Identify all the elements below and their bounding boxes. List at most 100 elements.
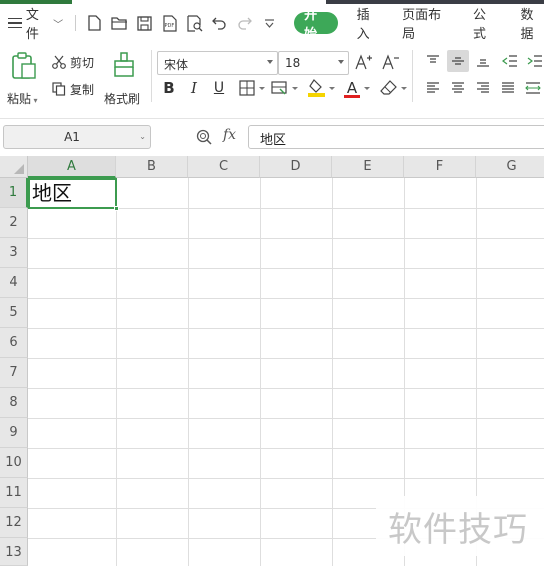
chevron-down-icon[interactable] [292, 87, 298, 90]
fill-handle[interactable] [114, 206, 119, 211]
chevron-down-icon: ﹀ [53, 19, 64, 31]
format-painter-icon [114, 52, 134, 77]
row-header-3[interactable]: 3 [0, 238, 28, 268]
ribbon-divider [412, 50, 413, 102]
print-preview-icon[interactable] [186, 14, 203, 32]
column-header-f[interactable]: F [404, 156, 476, 178]
align-center-button[interactable] [447, 77, 469, 99]
scissors-icon [52, 55, 66, 69]
row-header-4[interactable]: 4 [0, 268, 28, 298]
row-header-7[interactable]: 7 [0, 358, 28, 388]
align-bottom-button[interactable] [472, 50, 494, 72]
tab-home[interactable]: 开始 [294, 8, 338, 42]
chevron-down-icon[interactable] [259, 87, 265, 90]
align-middle-button[interactable] [447, 50, 469, 72]
tab-data[interactable]: 数据 [521, 8, 544, 42]
column-header-a[interactable]: A [28, 156, 116, 178]
redo-icon[interactable] [236, 15, 253, 32]
grid-line [28, 328, 544, 329]
home-ribbon: 粘贴 ▾ 剪切 复制 格式刷 宋体 18 B I U A [0, 42, 544, 114]
paste-button[interactable]: 粘贴 ▾ [5, 50, 45, 106]
row-header-8[interactable]: 8 [0, 388, 28, 418]
increase-indent-button[interactable] [524, 50, 544, 72]
chevron-down-icon [267, 60, 273, 64]
formula-input[interactable]: 地区 [248, 125, 544, 149]
customize-dropdown-icon[interactable] [261, 15, 278, 32]
file-menu-label: 文件 [25, 8, 39, 42]
column-header-b[interactable]: B [116, 156, 188, 178]
column-header-e[interactable]: E [332, 156, 404, 178]
cut-button[interactable]: 剪切 [52, 52, 94, 72]
justify-icon [502, 82, 514, 93]
borders-button[interactable] [236, 77, 258, 99]
row-header-1[interactable]: 1 [0, 178, 28, 208]
chevron-down-icon [338, 60, 344, 64]
copy-button[interactable]: 复制 [52, 79, 94, 99]
chevron-down-icon[interactable] [364, 87, 370, 90]
ribbon-divider [151, 50, 152, 102]
column-header-c[interactable]: C [188, 156, 260, 178]
bold-button[interactable]: B [158, 77, 180, 99]
justify-button[interactable] [497, 77, 519, 99]
row-header-13[interactable]: 13 [0, 538, 28, 566]
increase-font-icon [355, 54, 372, 70]
underline-button[interactable]: U [208, 77, 230, 99]
cut-label: 剪切 [70, 55, 95, 70]
distributed-align-button[interactable] [522, 77, 544, 99]
italic-button[interactable]: I [183, 77, 205, 99]
font-name-select[interactable]: 宋体 [157, 51, 278, 75]
row-header-12[interactable]: 12 [0, 508, 28, 538]
tab-page-layout[interactable]: 页面布局 [402, 8, 449, 42]
export-pdf-icon[interactable]: PDF [161, 14, 178, 32]
file-menu[interactable]: 文件 ﹀ [8, 8, 64, 42]
format-painter-label: 格式刷 [104, 92, 141, 106]
row-header-10[interactable]: 10 [0, 448, 28, 478]
underline-icon: U [213, 80, 225, 96]
align-left-icon [427, 82, 439, 93]
insert-function-button[interactable]: fx [223, 127, 236, 143]
row-header-6[interactable]: 6 [0, 328, 28, 358]
align-top-button[interactable] [422, 50, 444, 72]
grid-line [28, 418, 544, 419]
column-header-d[interactable]: D [260, 156, 332, 178]
decrease-font-size-button[interactable] [380, 51, 402, 73]
select-all-button[interactable] [0, 156, 28, 178]
open-folder-icon[interactable] [111, 15, 128, 32]
clear-button[interactable] [378, 77, 400, 99]
tab-insert[interactable]: 插入 [357, 8, 380, 42]
toolbar-divider [75, 15, 77, 31]
row-header-9[interactable]: 9 [0, 418, 28, 448]
column-header-g[interactable]: G [476, 156, 544, 178]
undo-icon[interactable] [211, 15, 228, 32]
decrease-indent-button[interactable] [499, 50, 521, 72]
align-right-icon [477, 82, 489, 93]
row-header-11[interactable]: 11 [0, 478, 28, 508]
align-right-button[interactable] [472, 77, 494, 99]
new-file-icon[interactable] [86, 15, 103, 32]
border-grid-icon [239, 80, 255, 96]
font-color-button[interactable]: A [341, 77, 363, 99]
grid-line [28, 238, 544, 239]
formula-bar: A1 ⌄ fx 地区 [0, 118, 544, 154]
row-header-5[interactable]: 5 [0, 298, 28, 328]
font-size-select[interactable]: 18 [278, 51, 349, 75]
zoom-search-icon[interactable] [196, 129, 212, 145]
name-box[interactable]: A1 ⌄ [3, 125, 151, 149]
chevron-down-icon[interactable]: ⌄ [139, 132, 146, 141]
align-left-button[interactable] [422, 77, 444, 99]
format-painter-button[interactable]: 格式刷 [104, 50, 144, 106]
fill-pattern-button[interactable] [268, 77, 290, 99]
fill-color-button[interactable] [306, 77, 328, 99]
save-icon[interactable] [136, 15, 153, 32]
align-bottom-icon [477, 59, 489, 67]
increase-font-size-button[interactable] [353, 51, 375, 73]
tab-formulas[interactable]: 公式 [473, 8, 496, 42]
grid-line [28, 448, 544, 449]
row-header-2[interactable]: 2 [0, 208, 28, 238]
cell-style-icon [270, 81, 287, 95]
bold-icon: B [163, 79, 175, 97]
chevron-down-icon[interactable] [329, 87, 335, 90]
grid-line [28, 298, 544, 299]
chevron-down-icon[interactable] [401, 87, 407, 90]
active-cell-cursor[interactable] [28, 178, 119, 211]
